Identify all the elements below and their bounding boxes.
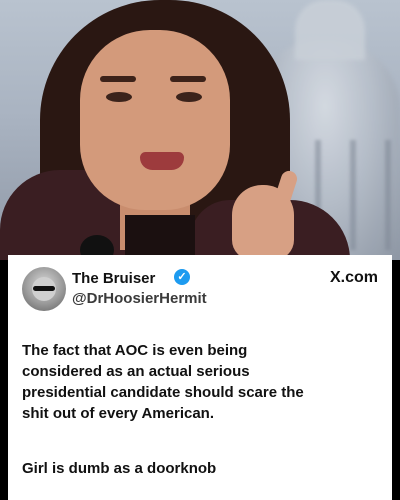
tweet-line: considered as an actual serious	[22, 363, 250, 380]
dome-column	[350, 140, 356, 250]
subject-eye	[106, 92, 132, 102]
brand-label: X.com	[329, 269, 378, 286]
capitol-dome-top	[295, 0, 365, 60]
tweet-text: The fact that AOC is even being consider…	[22, 340, 382, 424]
display-name[interactable]: The Bruiser	[72, 270, 155, 287]
user-handle[interactable]: @DrHoosierHermit	[72, 290, 207, 307]
subject-face	[80, 30, 230, 210]
user-avatar-icon[interactable]	[22, 267, 66, 311]
tweet-line: The fact that AOC is even being	[22, 342, 248, 359]
tweet-line: shit out of every American.	[22, 405, 214, 422]
subject-mouth	[140, 152, 184, 170]
verified-badge-icon: ✓	[174, 269, 190, 285]
tweet-card: The Bruiser ✓ @DrHoosierHermit X.com The…	[8, 255, 392, 500]
subject-brow	[100, 76, 136, 82]
subject-eye	[176, 92, 202, 102]
avatar-sunglasses	[33, 286, 55, 291]
subject-brow	[170, 76, 206, 82]
tweet-followup-text: Girl is dumb as a doorknob	[22, 460, 217, 477]
tweet-line: presidential candidate should scare the	[22, 384, 304, 401]
news-photo	[0, 0, 400, 260]
subject-shirt	[125, 215, 195, 260]
dome-column	[385, 140, 391, 250]
